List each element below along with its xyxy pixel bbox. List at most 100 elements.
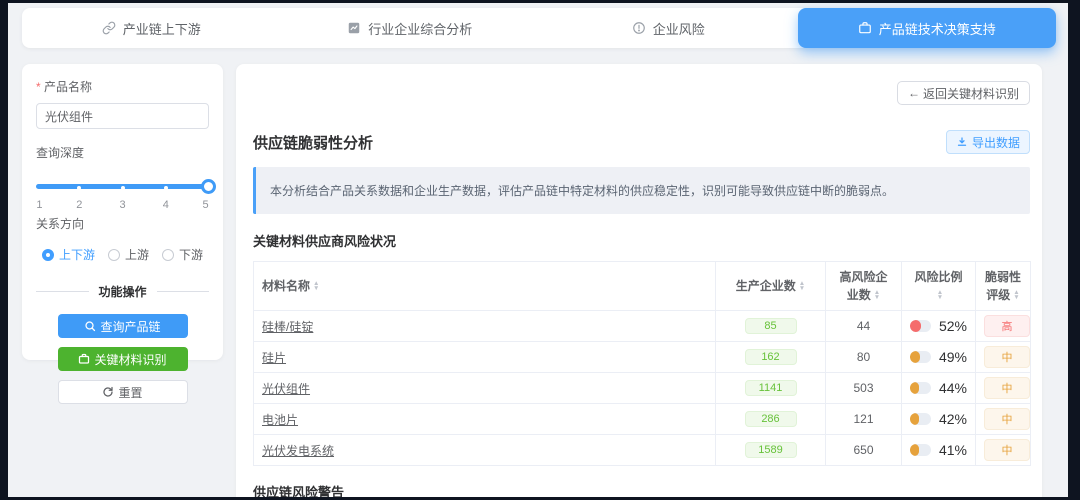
- risk-progress-track: [910, 413, 931, 425]
- producer-count-badge: 286: [745, 411, 797, 427]
- analysis-panel: ←返回关键材料识别 供应链脆弱性分析 导出数据 本分析结合产品关系数据和企业生产…: [236, 64, 1042, 497]
- direction-label: 关系方向: [36, 215, 209, 232]
- risk-percentage: 49%: [939, 349, 967, 365]
- bag-icon: [78, 353, 90, 365]
- back-button[interactable]: ←返回关键材料识别: [897, 81, 1030, 105]
- button-label: 导出数据: [972, 134, 1020, 151]
- tab-label: 产品链技术决策支持: [879, 19, 996, 38]
- col-material[interactable]: 材料名称▲▼: [254, 262, 716, 311]
- product-name-input[interactable]: [36, 103, 209, 129]
- reset-button[interactable]: 重置: [58, 380, 188, 404]
- table-row: 硅片 162 80 49% 中: [254, 342, 1031, 373]
- col-high-risk[interactable]: 高风险企业数▲▼: [826, 262, 902, 311]
- material-link[interactable]: 光伏组件: [262, 382, 310, 396]
- radio-dot: [108, 249, 120, 261]
- risk-progress-fill: [910, 351, 920, 363]
- top-navbar: 产业链上下游 行业企业综合分析 企业风险 产品链技术决策支持: [22, 8, 1056, 48]
- radio-dot: [162, 249, 174, 261]
- briefcase-icon: [858, 21, 872, 35]
- export-data-button[interactable]: 导出数据: [946, 130, 1030, 154]
- slider-marks: 1 2 3 4 5: [36, 199, 209, 212]
- risk-progress-track: [910, 382, 931, 394]
- sort-icon[interactable]: ▲▼: [1013, 291, 1019, 300]
- risk-progress-fill: [910, 320, 921, 332]
- tab-enterprise-risk[interactable]: 企业风险: [539, 8, 798, 48]
- radio-upstream[interactable]: 上游: [108, 246, 149, 263]
- tab-industry-analysis[interactable]: 行业企业综合分析: [281, 8, 540, 48]
- slider-mark: 3: [119, 199, 125, 211]
- key-material-button[interactable]: 关键材料识别: [58, 347, 188, 371]
- col-risk-ratio[interactable]: 风险比例▲▼: [902, 262, 976, 311]
- depth-label: 查询深度: [36, 144, 209, 161]
- material-link[interactable]: 硅片: [262, 351, 286, 365]
- table-row: 硅棒/硅锭 85 44 52% 高: [254, 311, 1031, 342]
- material-link[interactable]: 光伏发电系统: [262, 444, 334, 458]
- material-link[interactable]: 电池片: [262, 413, 298, 427]
- risk-percentage: 41%: [939, 442, 967, 458]
- risk-percentage: 44%: [939, 380, 967, 396]
- function-divider: 功能操作: [36, 283, 209, 300]
- producer-count-badge: 1589: [745, 442, 797, 458]
- table-row: 电池片 286 121 42% 中: [254, 404, 1031, 435]
- product-name-label: 产品名称: [36, 78, 209, 95]
- tab-industry-chain[interactable]: 产业链上下游: [22, 8, 281, 48]
- slider-mark: 1: [36, 199, 42, 211]
- button-label: 重置: [118, 384, 142, 401]
- search-icon: [84, 320, 96, 332]
- radio-downstream[interactable]: 下游: [162, 246, 203, 263]
- radio-label: 下游: [179, 246, 203, 263]
- risk-table-body: 硅棒/硅锭 85 44 52% 高 硅片 162 80 49%: [254, 311, 1031, 466]
- sidebar-actions: 查询产品链 关键材料识别 重置: [36, 314, 209, 404]
- chart-icon: [347, 21, 361, 35]
- slider-mark: 5: [202, 199, 208, 211]
- radio-label: 上游: [125, 246, 149, 263]
- table-row: 光伏发电系统 1589 650 41% 中: [254, 435, 1031, 466]
- slider-stop: [164, 186, 168, 190]
- vulnerability-badge: 中: [984, 377, 1030, 399]
- table-header-row: 材料名称▲▼ 生产企业数▲▼ 高风险企业数▲▼ 风险比例▲▼ 脆弱性评级▲▼: [254, 262, 1031, 311]
- back-arrow-icon: ←: [908, 86, 920, 100]
- vulnerability-badge: 中: [984, 346, 1030, 368]
- divider-label: 功能操作: [89, 283, 157, 300]
- slider-stop: [121, 186, 125, 190]
- high-risk-count: 650: [853, 443, 873, 457]
- slider-mark: 4: [163, 199, 169, 211]
- producer-count-badge: 85: [745, 318, 797, 334]
- button-label: 关键材料识别: [94, 351, 166, 368]
- material-link[interactable]: 硅棒/硅锭: [262, 320, 313, 334]
- button-label: 返回关键材料识别: [923, 85, 1019, 102]
- risk-progress-track: [910, 444, 931, 456]
- page-title: 供应链脆弱性分析: [253, 132, 373, 153]
- radio-both[interactable]: 上下游: [42, 246, 95, 263]
- warning-section-title: 供应链风险警告: [253, 482, 1030, 497]
- analysis-info-alert: 本分析结合产品关系数据和企业生产数据，评估产品链中特定材料的供应稳定性，识别可能…: [253, 167, 1030, 214]
- app-window: 产业链上下游 行业企业综合分析 企业风险 产品链技术决策支持 产品名称 查询深度: [8, 3, 1068, 497]
- risk-table-title: 关键材料供应商风险状况: [253, 231, 1030, 250]
- producer-count-badge: 1141: [745, 380, 797, 396]
- slider-mark: 2: [76, 199, 82, 211]
- risk-progress-fill: [910, 413, 919, 425]
- sort-icon[interactable]: ▲▼: [874, 291, 880, 300]
- col-producers[interactable]: 生产企业数▲▼: [716, 262, 826, 311]
- risk-progress-fill: [910, 444, 919, 456]
- table-row: 光伏组件 1141 503 44% 中: [254, 373, 1031, 404]
- sort-icon[interactable]: ▲▼: [937, 291, 943, 300]
- risk-percentage: 52%: [939, 318, 967, 334]
- high-risk-count: 121: [853, 412, 873, 426]
- risk-progress-track: [910, 351, 931, 363]
- sort-icon[interactable]: ▲▼: [313, 282, 319, 291]
- sort-icon[interactable]: ▲▼: [799, 282, 805, 291]
- tab-decision-support[interactable]: 产品链技术决策支持: [798, 8, 1057, 48]
- slider-stop: [77, 186, 81, 190]
- tab-label: 产业链上下游: [123, 19, 201, 38]
- query-chain-button[interactable]: 查询产品链: [58, 314, 188, 338]
- vulnerability-badge: 中: [984, 439, 1030, 461]
- material-risk-table: 材料名称▲▼ 生产企业数▲▼ 高风险企业数▲▼ 风险比例▲▼ 脆弱性评级▲▼ 硅…: [253, 261, 1031, 466]
- high-risk-count: 44: [857, 319, 870, 333]
- slider-handle[interactable]: [201, 179, 216, 194]
- risk-progress-fill: [910, 382, 919, 394]
- vulnerability-badge: 中: [984, 408, 1030, 430]
- depth-slider[interactable]: [36, 179, 209, 193]
- download-icon: [956, 136, 968, 148]
- col-vulnerability[interactable]: 脆弱性评级▲▼: [976, 262, 1031, 311]
